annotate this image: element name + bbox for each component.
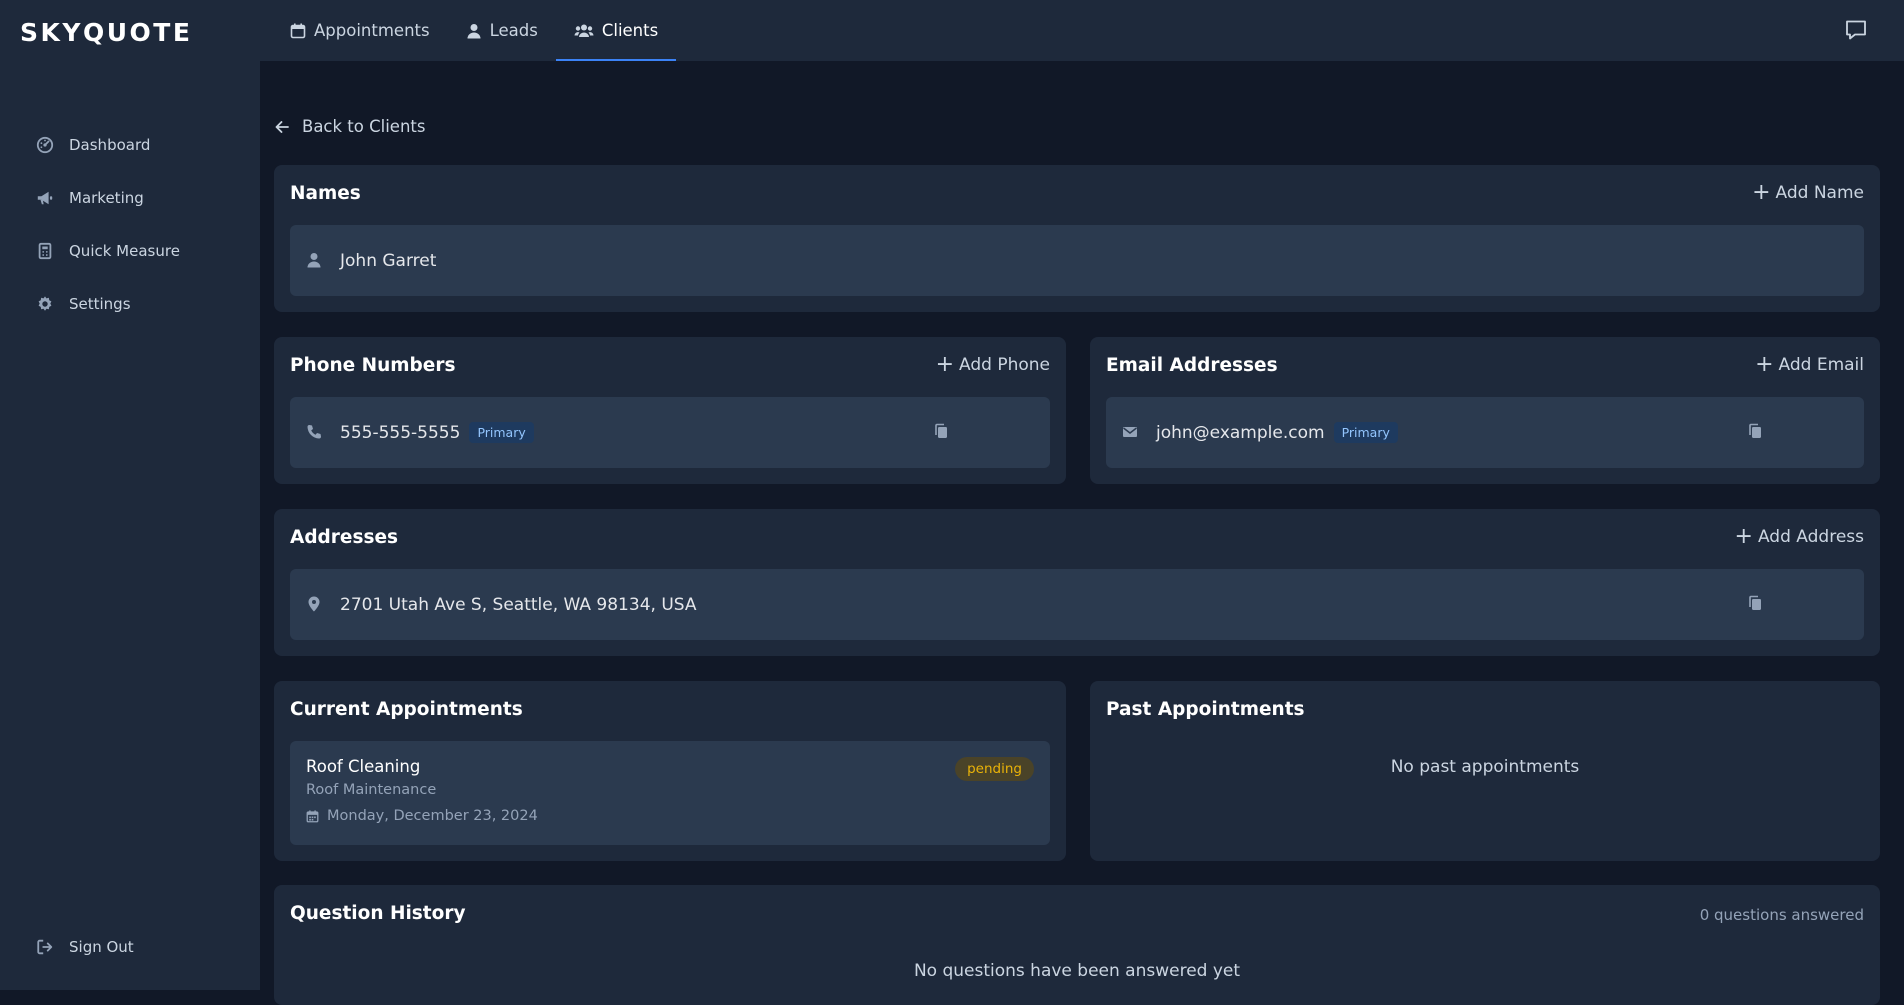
email-row: john@example.com Primary bbox=[1106, 397, 1864, 468]
phone-numbers-card: Phone Numbers + Add Phone 555-555-5555 P… bbox=[274, 337, 1066, 484]
address-row: 2701 Utah Ave S, Seattle, WA 98134, USA bbox=[290, 569, 1864, 640]
chat-icon bbox=[1844, 18, 1868, 42]
sidebar-item-label: Settings bbox=[69, 294, 131, 313]
past-appointments-empty: No past appointments bbox=[1390, 757, 1580, 777]
current-appointments-title: Current Appointments bbox=[290, 699, 523, 720]
map-pin-icon bbox=[306, 596, 324, 614]
gear-icon bbox=[36, 295, 54, 313]
name-row: John Garret bbox=[290, 225, 1864, 296]
back-to-clients-link[interactable]: Back to Clients bbox=[274, 117, 425, 136]
calendar-icon bbox=[290, 23, 306, 39]
appointment-subtitle: Roof Maintenance bbox=[306, 782, 437, 798]
email-value: john@example.com bbox=[1156, 422, 1325, 443]
past-appointments-card: Past Appointments No past appointments bbox=[1090, 681, 1880, 861]
copy-icon[interactable] bbox=[933, 423, 950, 441]
calculator-icon bbox=[36, 242, 54, 260]
user-icon bbox=[466, 23, 482, 39]
addresses-card: Addresses + Add Address 2701 Utah Ave S,… bbox=[274, 509, 1880, 656]
back-link-label: Back to Clients bbox=[302, 117, 426, 136]
question-history-card: Question History 0 questions answered No… bbox=[274, 885, 1880, 1005]
app-logo[interactable]: SKYQUOTE bbox=[20, 18, 192, 47]
copy-icon[interactable] bbox=[1747, 423, 1764, 441]
sign-out-button[interactable]: Sign Out bbox=[0, 920, 260, 973]
sidebar-item-label: Dashboard bbox=[69, 135, 151, 154]
add-phone-label: Add Phone bbox=[959, 355, 1050, 375]
questions-answered-count: 0 questions answered bbox=[1699, 906, 1864, 924]
calendar-icon bbox=[306, 809, 319, 823]
copy-icon[interactable] bbox=[1747, 595, 1764, 613]
add-address-label: Add Address bbox=[1757, 527, 1864, 547]
add-address-button[interactable]: + Add Address bbox=[1735, 526, 1864, 548]
plus-icon: + bbox=[1734, 524, 1753, 549]
chat-button[interactable] bbox=[1844, 18, 1868, 42]
sign-out-section: Sign Out bbox=[0, 920, 260, 973]
envelope-icon bbox=[1122, 424, 1140, 442]
sidebar: SKYQUOTE Dashboard Marketing Quick Measu… bbox=[0, 0, 260, 990]
megaphone-icon bbox=[36, 189, 54, 207]
sign-out-label: Sign Out bbox=[69, 937, 134, 956]
dashboard-icon bbox=[36, 136, 54, 154]
sidebar-item-quick-measure[interactable]: Quick Measure bbox=[0, 224, 260, 277]
users-icon bbox=[574, 23, 594, 39]
sidebar-item-marketing[interactable]: Marketing bbox=[0, 171, 260, 224]
phone-numbers-title: Phone Numbers bbox=[290, 355, 456, 376]
top-bar: Appointments Leads Clients bbox=[260, 0, 1904, 61]
email-addresses-card: Email Addresses + Add Email john@example… bbox=[1090, 337, 1880, 484]
sidebar-item-dashboard[interactable]: Dashboard bbox=[0, 118, 260, 171]
plus-icon: + bbox=[1752, 180, 1771, 205]
past-appointments-title: Past Appointments bbox=[1106, 699, 1305, 720]
add-name-label: Add Name bbox=[1775, 183, 1864, 203]
sign-out-icon bbox=[36, 938, 54, 956]
add-email-label: Add Email bbox=[1778, 355, 1864, 375]
tab-label: Appointments bbox=[314, 21, 430, 40]
appointment-item[interactable]: Roof Cleaning Roof Maintenance Monday, D… bbox=[290, 741, 1050, 845]
address-value: 2701 Utah Ave S, Seattle, WA 98134, USA bbox=[340, 594, 697, 615]
tab-appointments[interactable]: Appointments bbox=[272, 0, 448, 61]
tab-leads[interactable]: Leads bbox=[448, 0, 556, 61]
arrow-left-icon bbox=[274, 119, 290, 135]
question-history-title: Question History bbox=[290, 903, 466, 924]
phone-value: 555-555-5555 bbox=[340, 422, 461, 443]
appointment-date: Monday, December 23, 2024 bbox=[306, 808, 538, 824]
plus-icon: + bbox=[935, 352, 955, 377]
sidebar-item-settings[interactable]: Settings bbox=[0, 277, 260, 330]
name-value: John Garret bbox=[340, 250, 437, 271]
tab-label: Leads bbox=[489, 21, 538, 40]
phone-row: 555-555-5555 Primary bbox=[290, 397, 1050, 468]
top-tabs: Appointments Leads Clients bbox=[272, 0, 677, 61]
tab-clients[interactable]: Clients bbox=[555, 0, 677, 61]
add-name-button[interactable]: + Add Name bbox=[1752, 182, 1864, 204]
primary-badge: Primary bbox=[1333, 422, 1398, 443]
sidebar-item-label: Quick Measure bbox=[69, 241, 180, 260]
user-icon bbox=[306, 252, 324, 270]
tab-label: Clients bbox=[601, 21, 659, 40]
add-phone-button[interactable]: + Add Phone bbox=[936, 354, 1050, 376]
sidebar-nav: Dashboard Marketing Quick Measure Settin… bbox=[0, 118, 260, 330]
names-title: Names bbox=[290, 183, 361, 204]
appointment-title: Roof Cleaning bbox=[306, 757, 421, 776]
add-email-button[interactable]: + Add Email bbox=[1755, 354, 1864, 376]
plus-icon: + bbox=[1755, 352, 1774, 377]
question-history-empty: No questions have been answered yet bbox=[913, 961, 1241, 981]
status-badge: pending bbox=[955, 757, 1034, 781]
phone-icon bbox=[306, 424, 324, 442]
email-addresses-title: Email Addresses bbox=[1106, 355, 1278, 376]
appointment-date-text: Monday, December 23, 2024 bbox=[327, 808, 538, 824]
current-appointments-card: Current Appointments Roof Cleaning Roof … bbox=[274, 681, 1066, 861]
addresses-title: Addresses bbox=[290, 527, 399, 548]
sidebar-item-label: Marketing bbox=[69, 188, 144, 207]
names-card: Names + Add Name John Garret bbox=[274, 165, 1880, 312]
primary-badge: Primary bbox=[469, 422, 534, 443]
